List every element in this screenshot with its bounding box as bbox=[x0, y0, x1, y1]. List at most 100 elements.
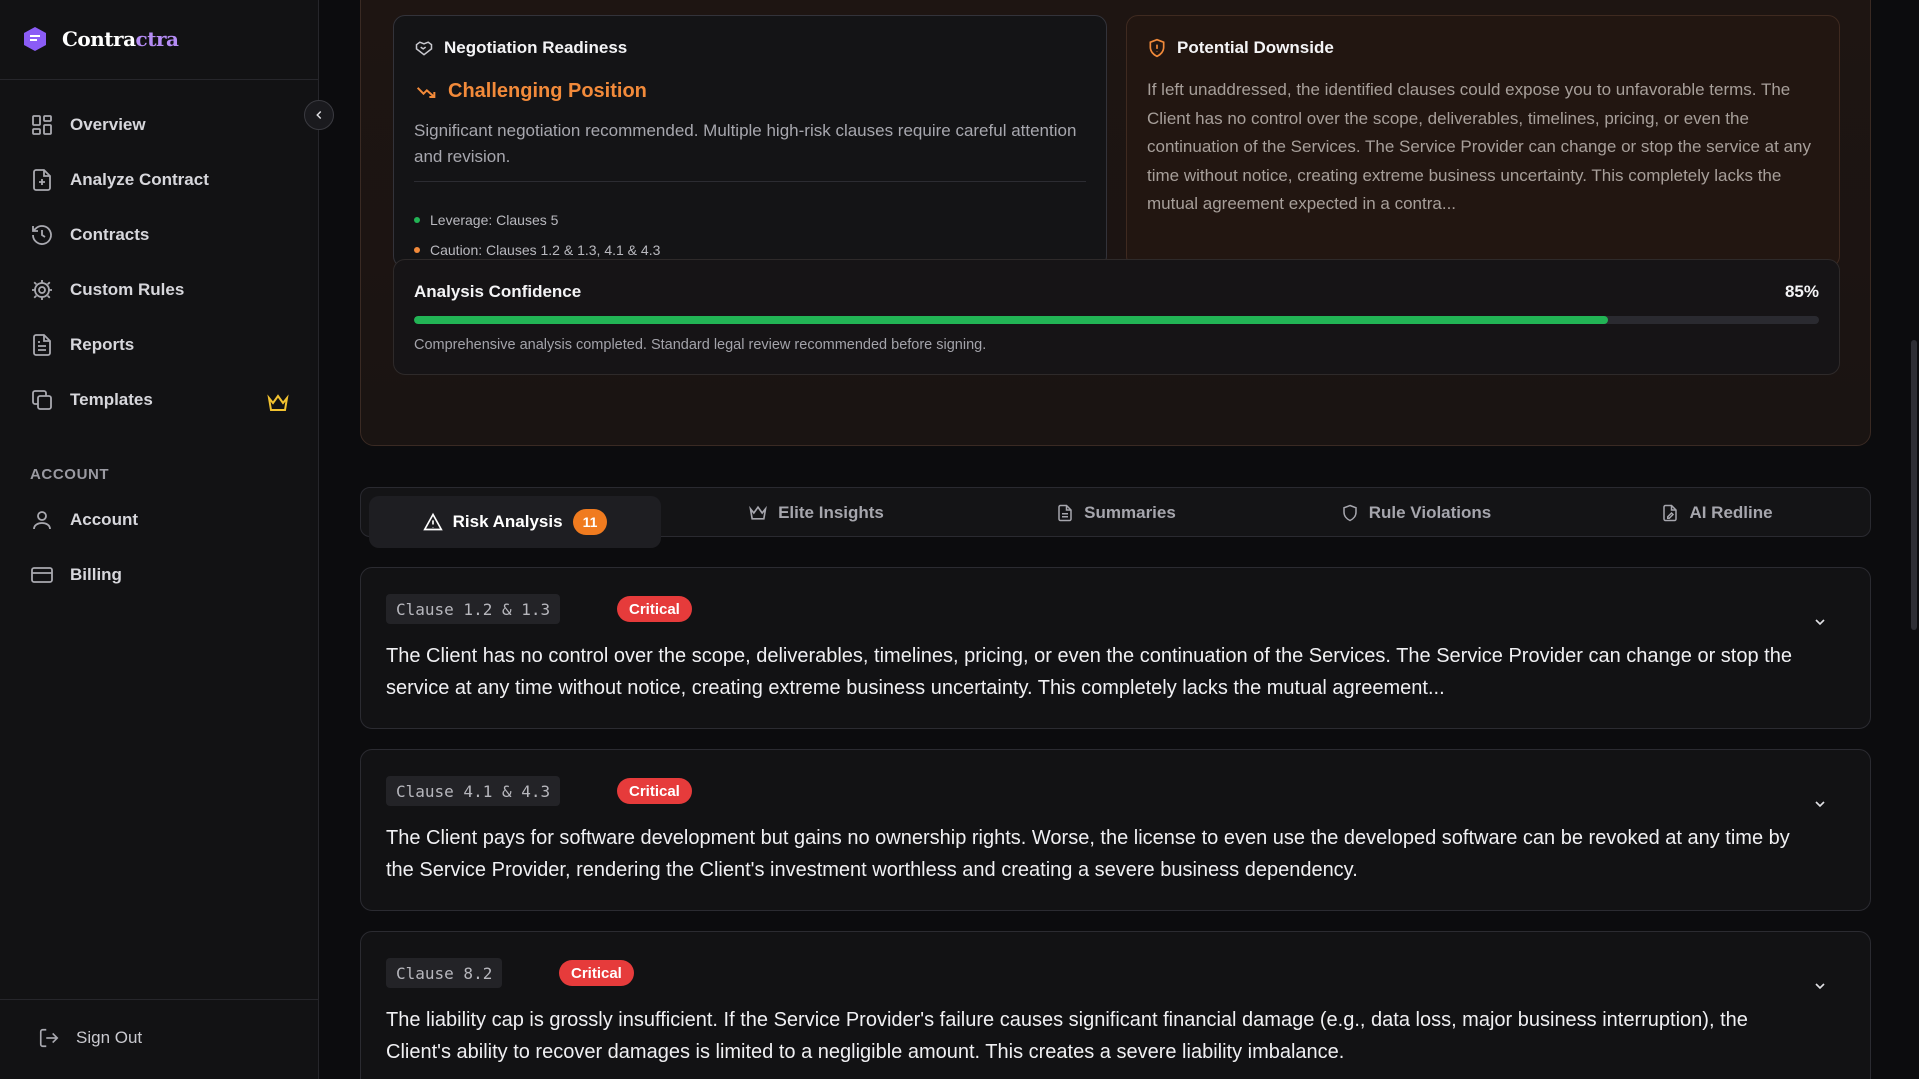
sidebar-divider bbox=[0, 999, 319, 1000]
confidence-note: Comprehensive analysis completed. Standa… bbox=[414, 337, 987, 353]
tab-elite-insights[interactable]: Elite Insights bbox=[671, 488, 961, 538]
sidebar-item-label: Templates bbox=[70, 390, 153, 409]
confidence-progress-fill bbox=[414, 316, 1609, 324]
crown-icon bbox=[749, 505, 767, 520]
risk-card[interactable]: Clause 8.2 Critical The liability cap is… bbox=[360, 931, 1871, 1079]
shield-alert-icon bbox=[1149, 38, 1165, 58]
position-label: Challenging Position bbox=[448, 80, 647, 102]
tab-label: Rule Violations bbox=[1368, 503, 1492, 522]
caution-text: Caution: Clauses 1.2 & 1.3, 4.1 & 4.3 bbox=[430, 242, 661, 258]
negotiation-readiness-card: Negotiation Readiness Challenging Positi… bbox=[393, 15, 1107, 268]
credit-card-icon bbox=[31, 567, 53, 583]
sidebar-divider bbox=[0, 79, 319, 80]
brand[interactable]: Contractra bbox=[22, 26, 179, 52]
brand-logo-icon bbox=[24, 27, 46, 51]
sidebar-item-templates[interactable]: Templates bbox=[30, 385, 290, 415]
sidebar-item-label: Reports bbox=[70, 335, 135, 354]
crown-icon bbox=[267, 394, 289, 411]
brand-name-part-a: Contra bbox=[62, 27, 136, 51]
section-label-account: ACCOUNT bbox=[30, 466, 110, 483]
risk-description: The Client pays for software development… bbox=[386, 827, 1790, 881]
potential-downside-card: Potential Downside If left unaddressed, … bbox=[1126, 15, 1840, 268]
caution-item: Caution: Clauses 1.2 & 1.3, 4.1 & 4.3 bbox=[414, 242, 660, 258]
severity-badge: Critical bbox=[617, 596, 692, 622]
risk-description: The Client has no control over the scope… bbox=[386, 645, 1792, 699]
tab-label: Summaries bbox=[1084, 503, 1176, 522]
brand-name: Contractra bbox=[62, 27, 179, 51]
green-dot-icon bbox=[414, 217, 420, 223]
tab-risk-analysis[interactable]: Risk Analysis 11 bbox=[369, 496, 661, 548]
sidebar: Contractra Overview Analyze Contract Con… bbox=[0, 0, 319, 1079]
sidebar-item-label: Overview bbox=[70, 115, 146, 134]
tab-rule-violations[interactable]: Rule Violations bbox=[1271, 488, 1561, 538]
negotiation-title: Negotiation Readiness bbox=[414, 38, 627, 58]
sidebar-item-account[interactable]: Account bbox=[30, 505, 290, 535]
sidebar-item-label: Custom Rules bbox=[70, 280, 185, 299]
confidence-percent: 85% bbox=[1784, 282, 1819, 301]
chevron-left-icon bbox=[316, 110, 322, 120]
handshake-icon bbox=[415, 41, 433, 56]
downside-title: Potential Downside bbox=[1147, 38, 1334, 58]
brand-name-part-b: ctra bbox=[135, 27, 179, 51]
sidebar-item-label: Account bbox=[70, 510, 138, 529]
leverage-text: Leverage: Clauses 5 bbox=[430, 212, 559, 228]
confidence-title: Analysis Confidence bbox=[414, 282, 582, 301]
file-edit-icon bbox=[1663, 504, 1678, 522]
file-plus-icon bbox=[33, 169, 51, 191]
tab-summaries[interactable]: Summaries bbox=[971, 488, 1261, 538]
orange-dot-icon bbox=[414, 247, 420, 253]
downside-description: If left unaddressed, the identified clau… bbox=[1147, 80, 1811, 213]
severity-badge: Critical bbox=[559, 960, 634, 986]
sidebar-item-label: Analyze Contract bbox=[70, 170, 209, 189]
shield-icon bbox=[1343, 504, 1357, 522]
scrollbar-thumb[interactable] bbox=[1911, 340, 1917, 630]
collapse-sidebar-button[interactable] bbox=[304, 100, 334, 130]
file-text-icon bbox=[33, 334, 51, 356]
risk-card[interactable]: Clause 4.1 & 4.3 Critical The Client pay… bbox=[360, 749, 1871, 911]
sidebar-item-contracts[interactable]: Contracts bbox=[30, 220, 290, 250]
copy-icon bbox=[32, 390, 52, 410]
file-text-icon bbox=[1058, 504, 1072, 522]
sign-out-label: Sign Out bbox=[76, 1028, 143, 1047]
main-content: Negotiation Readiness Challenging Positi… bbox=[319, 0, 1919, 1079]
tab-label: Risk Analysis bbox=[452, 512, 563, 531]
negotiation-description: Significant negotiation recommended. Mul… bbox=[414, 121, 1077, 166]
sidebar-item-custom-rules[interactable]: Custom Rules bbox=[30, 275, 290, 305]
trending-down-icon bbox=[416, 86, 436, 98]
warning-triangle-icon bbox=[422, 512, 443, 531]
risk-count-badge: 11 bbox=[572, 509, 608, 535]
negotiation-title-text: Negotiation Readiness bbox=[444, 38, 628, 57]
sidebar-item-billing[interactable]: Billing bbox=[30, 560, 290, 590]
risk-description: The liability cap is grossly insufficien… bbox=[386, 1009, 1748, 1063]
sidebar-item-label: Contracts bbox=[70, 225, 150, 244]
sidebar-item-analyze-contract[interactable]: Analyze Contract bbox=[30, 165, 290, 195]
sidebar-item-reports[interactable]: Reports bbox=[30, 330, 290, 360]
sidebar-item-label: Billing bbox=[70, 565, 122, 584]
app-root: Contractra Overview Analyze Contract Con… bbox=[0, 0, 1919, 1079]
confidence-progress-bar bbox=[414, 316, 1819, 324]
logout-icon bbox=[39, 1028, 59, 1048]
clause-tag: Clause 4.1 & 4.3 bbox=[386, 776, 561, 806]
leverage-item: Leverage: Clauses 5 bbox=[414, 212, 558, 228]
assessment-panel: Negotiation Readiness Challenging Positi… bbox=[360, 0, 1871, 446]
position-status: Challenging Position bbox=[414, 80, 647, 103]
analysis-confidence-card: Analysis Confidence 85% Comprehensive an… bbox=[393, 259, 1840, 375]
tab-ai-redline[interactable]: AI Redline bbox=[1571, 488, 1863, 538]
sign-out-button[interactable]: Sign Out bbox=[38, 1027, 142, 1049]
risk-card[interactable]: Clause 1.2 & 1.3 Critical The Client has… bbox=[360, 567, 1871, 729]
tab-label: Elite Insights bbox=[778, 503, 884, 522]
tab-label: AI Redline bbox=[1689, 503, 1773, 522]
chevron-down-icon[interactable] bbox=[1812, 614, 1828, 630]
chevron-down-icon[interactable] bbox=[1812, 796, 1828, 812]
clause-tag: Clause 8.2 bbox=[386, 958, 503, 988]
chevron-down-icon[interactable] bbox=[1812, 978, 1828, 994]
gear-icon bbox=[32, 280, 52, 300]
sidebar-item-overview[interactable]: Overview bbox=[30, 110, 290, 140]
history-icon bbox=[32, 225, 52, 245]
divider bbox=[414, 181, 1086, 182]
grid-icon bbox=[32, 115, 52, 135]
analysis-tabs: Risk Analysis 11 Elite Insights Summarie… bbox=[360, 487, 1871, 548]
user-icon bbox=[33, 511, 51, 530]
downside-title-text: Potential Downside bbox=[1177, 38, 1334, 57]
severity-badge: Critical bbox=[617, 778, 692, 804]
